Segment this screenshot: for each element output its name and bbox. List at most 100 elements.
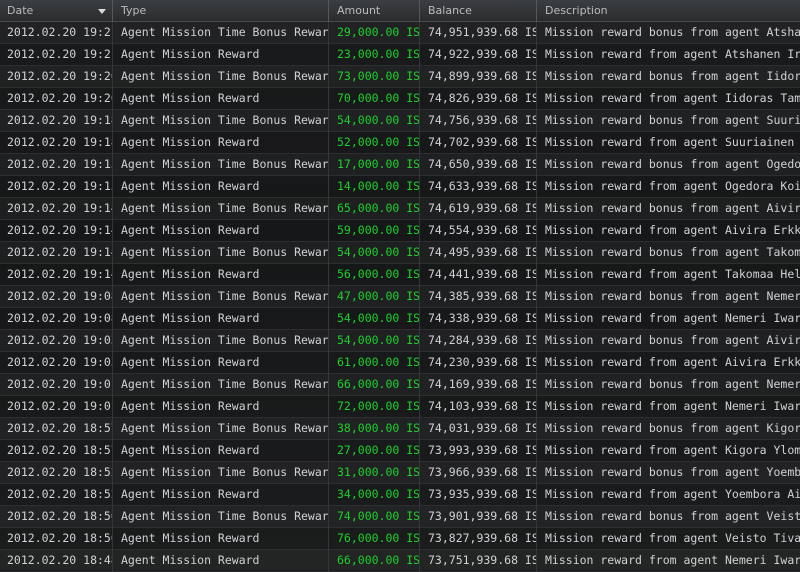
table-row[interactable]: 2012.02.20 19:15 Agent Mission Time Bonus… <box>0 154 800 176</box>
cell-balance: 73,966,939.68 ISK <box>421 462 537 484</box>
cell-balance: 74,899,939.68 ISK <box>421 66 537 88</box>
cell-amount: 38,000.00 ISK <box>330 418 420 440</box>
cell-type: Agent Mission Reward <box>114 352 329 374</box>
table-row[interactable]: 2012.02.20 18:57 Agent Mission Time Bonus… <box>0 418 800 440</box>
cell-description: Mission reward from agent Veisto Tivalo … <box>545 531 800 545</box>
table-row[interactable]: 2012.02.20 19:14 Agent Mission Time Bonus… <box>0 198 800 220</box>
table-row[interactable]: 2012.02.20 19:20 Agent Mission Time Bonus… <box>0 66 800 88</box>
cell-amount: 54,000.00 ISK <box>330 330 420 352</box>
column-header-amount[interactable]: Amount <box>330 0 420 22</box>
cell-type: Agent Mission Reward <box>114 132 329 154</box>
cell-description: Mission reward bonus from agent Atshanen <box>545 25 800 39</box>
cell-balance: 74,103,939.68 ISK <box>421 396 537 418</box>
cell-type: Agent Mission Reward <box>114 396 329 418</box>
cell-description: Mission reward from agent Iidoras Tammes <box>545 91 800 105</box>
table-row[interactable]: 2012.02.20 18:52 Agent Mission Reward 34,0… <box>0 484 800 506</box>
cell-description: Mission reward bonus from agent Aivira E… <box>545 333 800 347</box>
cell-date: 2012.02.20 18:50 <box>0 506 113 528</box>
cell-amount: 54,000.00 ISK <box>330 110 420 132</box>
table-row[interactable]: 2012.02.20 19:01 Agent Mission Reward 72,0… <box>0 396 800 418</box>
cell-balance: 74,031,939.68 ISK <box>421 418 537 440</box>
cell-description: Mission reward from agent Nemeri Iwara t… <box>545 311 800 325</box>
table-row[interactable]: 2012.02.20 19:18 Agent Mission Reward 52,0… <box>0 132 800 154</box>
cell-amount: 14,000.00 ISK <box>330 176 420 198</box>
column-header-balance[interactable]: Balance <box>421 0 537 22</box>
cell-balance: 74,495,939.68 ISK <box>421 242 537 264</box>
cell-description: Mission reward bonus from agent Veisto T… <box>545 509 800 523</box>
cell-amount: 17,000.00 ISK <box>330 154 420 176</box>
table-row[interactable]: 2012.02.20 19:08 Agent Mission Time Bonus… <box>0 286 800 308</box>
cell-balance: 74,951,939.68 ISK <box>421 22 537 44</box>
cell-description: Mission reward from agent Suuriainen Ich… <box>545 135 800 149</box>
cell-description: Mission reward bonus from agent Ogedora <box>545 157 800 171</box>
cell-date: 2012.02.20 19:08 <box>0 308 113 330</box>
table-row[interactable]: 2012.02.20 19:21 Agent Mission Time Bonus… <box>0 22 800 44</box>
table-row[interactable]: 2012.02.20 19:20 Agent Mission Reward 70,0… <box>0 88 800 110</box>
table-row[interactable]: 2012.02.20 19:18 Agent Mission Time Bonus… <box>0 110 800 132</box>
cell-description: Mission reward bonus from agent Takomaa <box>545 245 800 259</box>
table-row[interactable]: 2012.02.20 19:03 Agent Mission Reward 61,0… <box>0 352 800 374</box>
cell-description: Mission reward from agent Ogedora Koishi <box>545 179 800 193</box>
cell-amount: 65,000.00 ISK <box>330 198 420 220</box>
column-header-description[interactable]: Description <box>538 0 800 22</box>
table-row[interactable]: 2012.02.20 19:03 Agent Mission Time Bonus… <box>0 330 800 352</box>
cell-balance: 74,284,939.68 ISK <box>421 330 537 352</box>
cell-type: Agent Mission Reward <box>114 88 329 110</box>
cell-date: 2012.02.20 19:15 <box>0 176 113 198</box>
table-row[interactable]: 2012.02.20 19:14 Agent Mission Reward 56,0… <box>0 264 800 286</box>
cell-balance: 74,338,939.68 ISK <box>421 308 537 330</box>
cell-type: Agent Mission Time Bonus Reward <box>114 330 329 352</box>
cell-amount: 31,000.00 ISK <box>330 462 420 484</box>
cell-date: 2012.02.20 19:08 <box>0 286 113 308</box>
cell-amount: 61,000.00 ISK <box>330 352 420 374</box>
table-row[interactable]: 2012.02.20 19:01 Agent Mission Time Bonus… <box>0 374 800 396</box>
cell-balance: 74,554,939.68 ISK <box>421 220 537 242</box>
cell-type: Agent Mission Time Bonus Reward <box>114 462 329 484</box>
table-row[interactable]: 2012.02.20 18:50 Agent Mission Time Bonus… <box>0 506 800 528</box>
table-row[interactable]: 2012.02.20 18:52 Agent Mission Time Bonus… <box>0 462 800 484</box>
cell-amount: 74,000.00 ISK <box>330 506 420 528</box>
cell-date: 2012.02.20 18:57 <box>0 418 113 440</box>
cell-type: Agent Mission Reward <box>114 176 329 198</box>
cell-date: 2012.02.20 19:14 <box>0 264 113 286</box>
cell-balance: 73,993,939.68 ISK <box>421 440 537 462</box>
column-header-date[interactable]: Date <box>0 0 113 22</box>
cell-date: 2012.02.20 19:21 <box>0 22 113 44</box>
cell-amount: 66,000.00 ISK <box>330 550 420 572</box>
table-row[interactable]: 2012.02.20 19:08 Agent Mission Reward 54,0… <box>0 308 800 330</box>
cell-type: Agent Mission Time Bonus Reward <box>114 286 329 308</box>
column-header-type[interactable]: Type <box>114 0 329 22</box>
cell-balance: 73,901,939.68 ISK <box>421 506 537 528</box>
table-row[interactable]: 2012.02.20 18:48 Agent Mission Reward 66,0… <box>0 550 800 572</box>
table-row[interactable]: 2012.02.20 19:14 Agent Mission Reward 59,0… <box>0 220 800 242</box>
cell-description: Mission reward bonus from agent Aivira E… <box>545 201 800 215</box>
cell-type: Agent Mission Time Bonus Reward <box>114 506 329 528</box>
cell-description: Mission reward from agent Aivira Erkkane… <box>545 355 800 369</box>
cell-balance: 74,650,939.68 ISK <box>421 154 537 176</box>
table-row[interactable]: 2012.02.20 19:14 Agent Mission Time Bonus… <box>0 242 800 264</box>
cell-amount: 29,000.00 ISK <box>330 22 420 44</box>
cell-description: Mission reward bonus from agent Nemeri I… <box>545 377 800 391</box>
table-row[interactable]: 2012.02.20 19:15 Agent Mission Reward 14,0… <box>0 176 800 198</box>
cell-balance: 74,633,939.68 ISK <box>421 176 537 198</box>
table-row[interactable]: 2012.02.20 18:50 Agent Mission Reward 76,0… <box>0 528 800 550</box>
column-header-date-label: Date <box>7 4 34 17</box>
table-row[interactable]: 2012.02.20 19:21 Agent Mission Reward 23,0… <box>0 44 800 66</box>
cell-type: Agent Mission Time Bonus Reward <box>114 198 329 220</box>
cell-type: Agent Mission Time Bonus Reward <box>114 110 329 132</box>
cell-description: Mission reward bonus from agent Suuriain… <box>545 113 800 127</box>
cell-amount: 27,000.00 ISK <box>330 440 420 462</box>
wallet-journal: Date Type Amount Balance Description 201… <box>0 0 800 572</box>
table-row[interactable]: 2012.02.20 18:57 Agent Mission Reward 27,0… <box>0 440 800 462</box>
cell-amount: 59,000.00 ISK <box>330 220 420 242</box>
cell-type: Agent Mission Time Bonus Reward <box>114 66 329 88</box>
column-header-type-label: Type <box>121 4 147 17</box>
cell-amount: 56,000.00 ISK <box>330 264 420 286</box>
cell-balance: 74,441,939.68 ISK <box>421 264 537 286</box>
cell-balance: 74,385,939.68 ISK <box>421 286 537 308</box>
sort-descending-icon <box>98 9 106 14</box>
cell-balance: 74,922,939.68 ISK <box>421 44 537 66</box>
cell-type: Agent Mission Reward <box>114 440 329 462</box>
cell-description: Mission reward from agent Aivira Erkkane… <box>545 223 800 237</box>
cell-date: 2012.02.20 18:48 <box>0 550 113 572</box>
